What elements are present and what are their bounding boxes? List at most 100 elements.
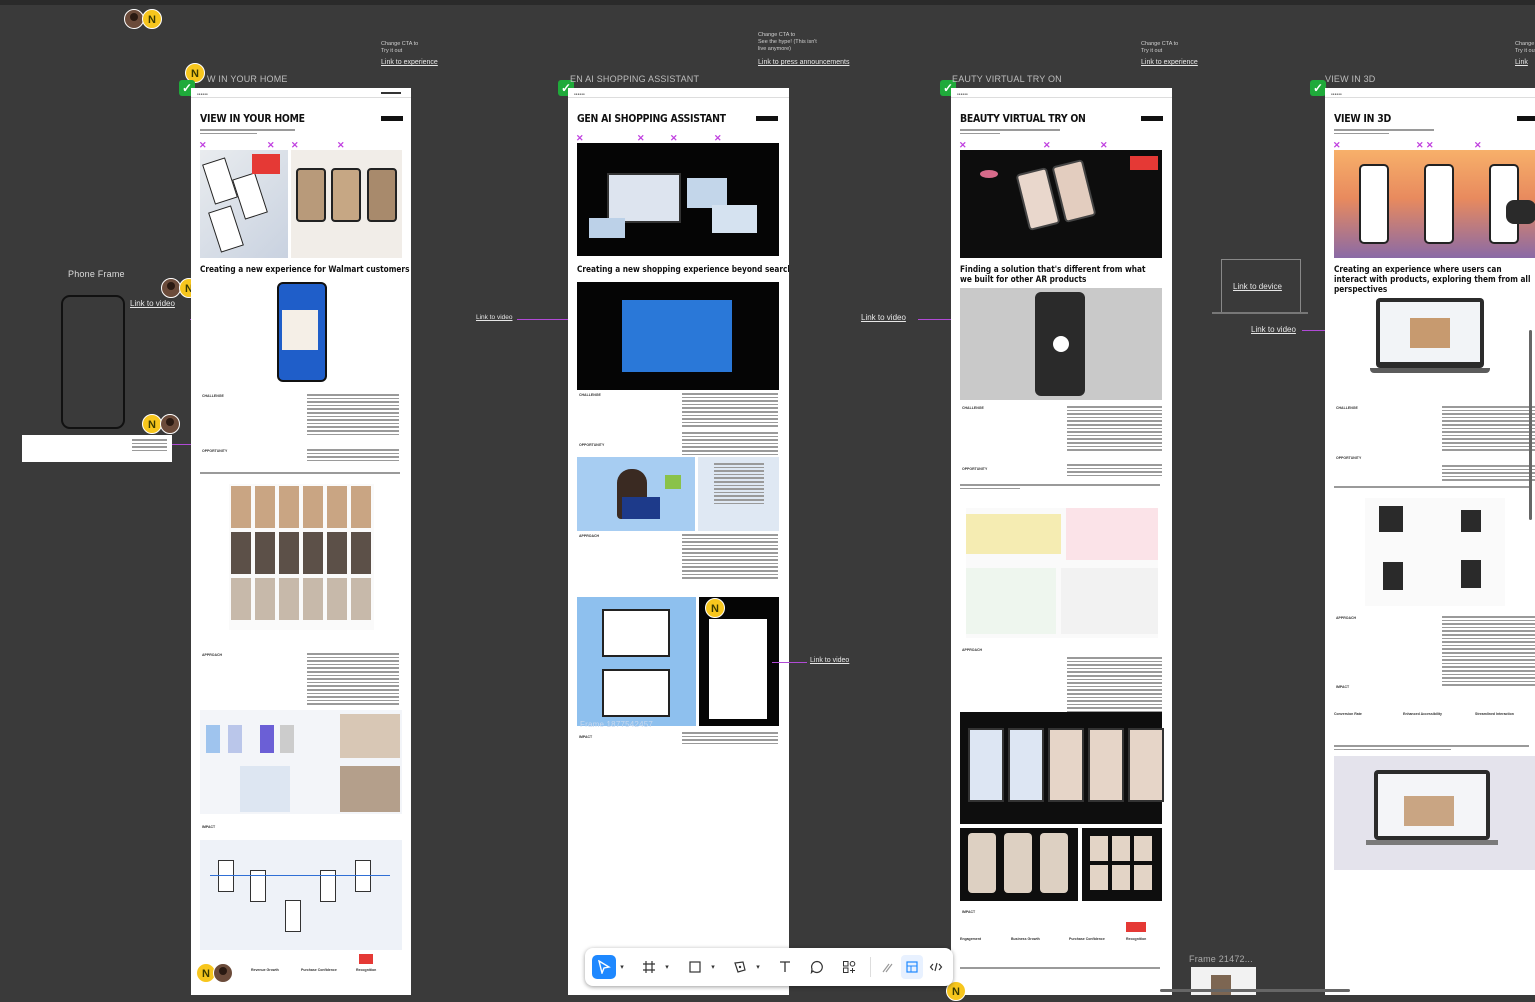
- collaborator-avatar-n[interactable]: N: [705, 598, 725, 618]
- link-to-video[interactable]: Link to video: [861, 313, 906, 322]
- x-marker: ✕: [1416, 140, 1424, 150]
- thumbnail-frame[interactable]: [22, 435, 172, 462]
- collaborator-avatar[interactable]: [213, 963, 233, 983]
- frame-label-3[interactable]: EAUTY VIRTUAL TRY ON: [952, 74, 1062, 84]
- frame-label-2[interactable]: EN AI SHOPPING ASSISTANT: [570, 74, 699, 84]
- rectangle-icon: [689, 961, 701, 973]
- link-to-video[interactable]: Link to video: [130, 299, 175, 308]
- chair-grid-image: [229, 484, 374, 630]
- note-link-3[interactable]: Link to experience: [1141, 59, 1198, 66]
- frame-subtitle: Finding a solution that's different from…: [960, 265, 1146, 285]
- chevron-down-icon[interactable]: ▾: [754, 955, 762, 979]
- note-text-3: Change CTA to Try it out: [1141, 41, 1179, 54]
- frame-subtitle: Creating an experience where users can i…: [1334, 265, 1531, 295]
- frame-title: GEN AI SHOPPING ASSISTANT: [577, 112, 726, 125]
- laptop-base: [1212, 312, 1308, 314]
- design-mode-button[interactable]: [901, 955, 923, 979]
- case-study-frame-view-in-3d[interactable]: ●●●●●● VIEW IN 3D ✕ ✕ ✕ ✕ Creating an ex…: [1325, 88, 1535, 995]
- approved-check-icon[interactable]: ✓: [1310, 80, 1326, 96]
- note-link-4[interactable]: Link: [1515, 59, 1528, 66]
- app-screens-image: [577, 597, 696, 726]
- impact-item: Conversion Rate: [1334, 712, 1362, 716]
- section-label: IMPACT: [1336, 685, 1350, 689]
- hero-image: [200, 150, 288, 258]
- link-to-video[interactable]: Link to video: [1251, 325, 1296, 334]
- section-label: APPROACH: [202, 653, 223, 657]
- impact-item: Revenue Growth: [251, 968, 279, 972]
- case-study-frame-view-in-your-home[interactable]: ●●●●●● VIEW IN YOUR HOME ✕ ✕ ✕ ✕ Creatin…: [191, 88, 411, 995]
- frame-bottom-label[interactable]: Frame 21472...: [1189, 954, 1253, 964]
- collaborator-avatar-n[interactable]: N: [142, 414, 162, 434]
- shape-tool-button[interactable]: [683, 955, 707, 979]
- frame-ghost-label: Frame 1877542457: [580, 720, 654, 729]
- frame-subtitle: Creating a new shopping experience beyon…: [577, 265, 789, 275]
- dev-mode-button[interactable]: [925, 955, 947, 979]
- section-label: APPROACH: [1336, 616, 1357, 620]
- x-marker: ✕: [267, 140, 275, 150]
- draw-mode-button[interactable]: [877, 955, 899, 979]
- document-image: [698, 457, 779, 531]
- wireframe-image: [200, 710, 402, 814]
- phone-frame-label: Phone Frame: [68, 269, 125, 279]
- bottom-toolbar: ▾ ▾ ▾ ▾: [585, 948, 953, 986]
- frame-subtitle: Creating a new experience for Walmart cu…: [200, 265, 410, 275]
- x-marker: ✕: [670, 133, 678, 143]
- link-to-device-box[interactable]: Link to device: [1221, 259, 1301, 313]
- hero-image: [1334, 150, 1535, 258]
- section-label: OPPORTUNITY: [202, 449, 228, 453]
- chevron-down-icon[interactable]: ▾: [663, 955, 671, 979]
- chevron-down-icon[interactable]: ▾: [618, 955, 626, 979]
- chevron-down-icon[interactable]: ▾: [709, 955, 717, 979]
- collaborator-avatar[interactable]: [124, 9, 144, 29]
- frame-icon: [643, 961, 655, 973]
- section-label: CHALLENGE: [579, 393, 601, 397]
- section-label: OPPORTUNITY: [1336, 456, 1362, 460]
- illustration-image: [577, 457, 695, 531]
- phone-frame[interactable]: [61, 295, 125, 429]
- laptop-mockup-bottom: [1334, 756, 1535, 870]
- case-study-frame-gen-ai-shopping-assistant[interactable]: ●●●●●● GEN AI SHOPPING ASSISTANT ✕ ✕ ✕ ✕…: [568, 88, 789, 995]
- collaborator-avatar-n[interactable]: N: [142, 9, 162, 29]
- link-to-video[interactable]: Link to video: [810, 657, 849, 664]
- note-link-2[interactable]: Link to press announcements: [758, 59, 849, 66]
- section-label: CHALLENGE: [1336, 406, 1358, 410]
- frame-label-1[interactable]: W IN YOUR HOME: [207, 74, 288, 84]
- x-marker: ✕: [959, 140, 967, 150]
- x-marker: ✕: [337, 140, 345, 150]
- link-to-video[interactable]: Link to video: [476, 314, 513, 321]
- section-label: APPROACH: [962, 648, 983, 652]
- flow-diagram-image: [200, 840, 402, 950]
- note-link-1[interactable]: Link to experience: [381, 59, 438, 66]
- mood-board-image: [966, 508, 1158, 638]
- link-to-device[interactable]: Link to device: [1233, 282, 1282, 291]
- horizontal-scrollbar[interactable]: [1160, 989, 1350, 992]
- frame-label-4[interactable]: VIEW IN 3D: [1325, 74, 1376, 84]
- case-study-frame-beauty-virtual-try-on[interactable]: ●●●●●● BEAUTY VIRTUAL TRY ON ✕ ✕ ✕ Findi…: [951, 88, 1172, 995]
- section-label: APPROACH: [579, 534, 600, 538]
- section-label: IMPACT: [579, 735, 593, 739]
- collaborator-avatar[interactable]: [160, 414, 180, 434]
- move-tool-button[interactable]: [592, 955, 616, 979]
- frame-title: VIEW IN YOUR HOME: [200, 112, 305, 125]
- section-label: CHALLENGE: [962, 406, 984, 410]
- comment-icon: [810, 960, 823, 974]
- phone-mockup: [277, 282, 327, 382]
- toolbar-divider: [870, 957, 871, 977]
- impact-item: Business Growth: [1011, 937, 1040, 941]
- impact-item: Purchase Confidence: [1069, 937, 1105, 941]
- components-icon: [843, 961, 856, 973]
- x-marker: ✕: [291, 140, 299, 150]
- components-tool-button[interactable]: [837, 955, 861, 979]
- vertical-scrollbar[interactable]: [1529, 330, 1532, 520]
- pen-tool-button[interactable]: [728, 955, 752, 979]
- frame-tool-button[interactable]: [637, 955, 661, 979]
- text-tool-button[interactable]: [773, 955, 797, 979]
- collaborator-avatar[interactable]: [161, 278, 181, 298]
- section-label: OPPORTUNITY: [962, 467, 988, 471]
- frame-title: BEAUTY VIRTUAL TRY ON: [960, 112, 1086, 125]
- x-marker: ✕: [637, 133, 645, 143]
- impact-item: Streamlined Interaction: [1475, 712, 1514, 716]
- x-marker: ✕: [1474, 140, 1482, 150]
- note-text-2: Change CTA to See the hype! (This isn't …: [758, 32, 817, 52]
- comment-tool-button[interactable]: [805, 955, 829, 979]
